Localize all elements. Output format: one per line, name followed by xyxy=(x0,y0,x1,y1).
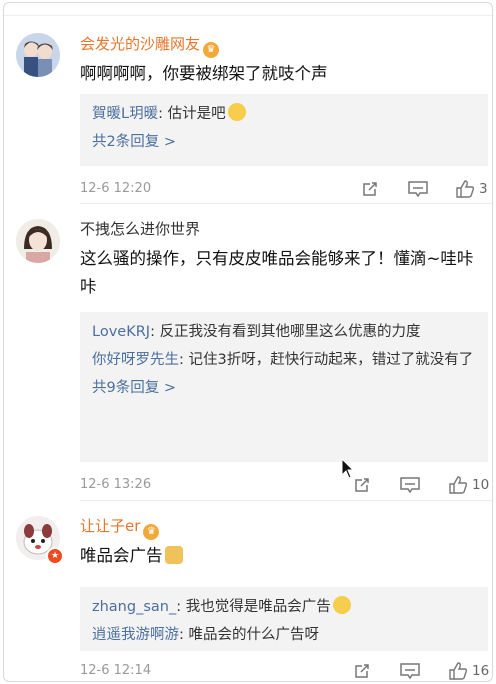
avatar[interactable] xyxy=(16,219,60,263)
reply-username[interactable]: 逍遥我游啊游 xyxy=(92,627,179,643)
username-text[interactable]: 会发光的沙雕网友 xyxy=(80,35,200,53)
reply-username[interactable]: LoveKRJ xyxy=(92,324,150,340)
share-icon xyxy=(363,182,377,196)
username-text[interactable]: 让让子er xyxy=(80,517,140,535)
comment-icon xyxy=(400,477,420,494)
reply-line: LoveKRJ: 反正我没有看到其他哪里这么优惠的力度 xyxy=(92,318,476,346)
reply-box[interactable]: LoveKRJ: 反正我没有看到其他哪里这么优惠的力度 你好呀罗先生: 记住3折… xyxy=(80,312,488,462)
share-button[interactable] xyxy=(352,475,372,495)
comment-icon xyxy=(400,663,420,680)
like-count: 16 xyxy=(472,663,490,679)
avatar[interactable] xyxy=(16,33,60,77)
mouse-cursor-icon xyxy=(341,458,355,479)
reply-line: 你好呀罗先生: 记住3折呀，赶快行动起来，错过了就没有了 xyxy=(92,346,476,374)
reply-colon: : xyxy=(179,627,189,643)
avatar-image xyxy=(16,33,60,77)
more-replies-link[interactable]: 共2条回复 > xyxy=(92,128,476,156)
laughing-emoji-icon xyxy=(332,596,351,614)
reply-text: 记住3折呀，赶快行动起来，错过了就没有了 xyxy=(188,352,474,368)
username[interactable]: 不拽怎么进你世界 xyxy=(80,219,200,239)
comment-text: 这么骚的操作，只有皮皮唯品会能够来了！懂滴~哇咔咔 xyxy=(80,249,474,296)
reply-text: 估计是吧 xyxy=(167,106,226,122)
reply-text: 唯品会的什么广告呀 xyxy=(188,627,320,643)
crown-badge-icon: ♛ xyxy=(203,42,220,58)
crown-badge-icon: ♛ xyxy=(143,524,160,540)
reply-colon: : xyxy=(179,352,189,368)
doge-emoji-icon xyxy=(164,546,183,564)
reply-button[interactable] xyxy=(407,179,429,199)
like-count: 10 xyxy=(472,477,490,493)
username[interactable]: 会发光的沙雕网友 ♛ xyxy=(80,34,220,58)
timestamp: 12-6 12:14 xyxy=(80,663,152,678)
share-button[interactable] xyxy=(360,179,380,199)
comment-meta: 12-6 12:20 3 xyxy=(80,179,492,201)
reply-colon: : xyxy=(150,324,160,340)
reply-text: 我也觉得是唯品会广告 xyxy=(185,599,331,615)
comment-text: 唯品会广告 xyxy=(80,542,482,570)
avatar-image xyxy=(16,219,60,263)
share-icon xyxy=(355,478,369,492)
reply-box[interactable]: zhang_san_: 我也觉得是唯品会广告 逍遥我游啊游: 唯品会的什么广告呀 xyxy=(80,587,488,651)
reply-button[interactable] xyxy=(399,661,421,681)
reply-username[interactable]: 賀暖L玥暖 xyxy=(92,106,158,122)
username-text[interactable]: 不拽怎么进你世界 xyxy=(80,220,200,238)
like-button[interactable]: 10 xyxy=(448,475,489,495)
reply-colon: : xyxy=(176,599,186,615)
share-icon xyxy=(355,664,369,678)
reply-box[interactable]: 賀暖L玥暖: 估计是吧 共2条回复 > xyxy=(80,94,488,166)
comment-list: 会发光的沙雕网友 ♛ 啊啊啊啊，你要被绑架了就吱个声 賀暖L玥暖: 估计是吧 共2… xyxy=(3,2,493,682)
reply-username[interactable]: 你好呀罗先生 xyxy=(92,352,179,368)
timestamp: 12-6 13:26 xyxy=(80,477,152,492)
laughing-emoji-icon xyxy=(227,103,246,121)
reply-username[interactable]: zhang_san_ xyxy=(92,599,176,615)
reply-line: 賀暖L玥暖: 估计是吧 xyxy=(92,100,476,128)
like-count: 3 xyxy=(479,181,488,197)
comment-text-content: 唯品会广告 xyxy=(80,546,163,565)
thumbs-up-icon xyxy=(449,476,468,494)
top-divider xyxy=(4,15,492,16)
timestamp: 12-6 12:20 xyxy=(80,181,152,196)
vip-star-icon: ★ xyxy=(46,547,64,565)
thumbs-up-icon xyxy=(456,180,475,198)
like-button[interactable]: 3 xyxy=(455,179,488,199)
more-replies-link[interactable]: 共9条回复 > xyxy=(92,374,476,402)
share-button[interactable] xyxy=(352,661,372,681)
reply-line: zhang_san_: 我也觉得是唯品会广告 xyxy=(92,593,476,621)
reply-colon: : xyxy=(158,106,168,122)
comment-divider xyxy=(80,203,492,204)
comment-meta: 12-6 12:14 16 xyxy=(80,661,492,681)
comment-divider xyxy=(80,500,492,501)
reply-line: 逍遥我游啊游: 唯品会的什么广告呀 xyxy=(92,621,476,649)
reply-button[interactable] xyxy=(399,475,421,495)
comment-icon xyxy=(408,181,428,198)
comment-meta: 12-6 13:26 10 xyxy=(80,475,492,497)
comment-text: 啊啊啊啊，你要被绑架了就吱个声 xyxy=(80,64,328,83)
username[interactable]: 让让子er ♛ xyxy=(80,516,160,540)
like-button[interactable]: 16 xyxy=(448,661,489,681)
reply-text: 反正我没有看到其他哪里这么优惠的力度 xyxy=(159,324,421,340)
thumbs-up-icon xyxy=(449,662,468,680)
